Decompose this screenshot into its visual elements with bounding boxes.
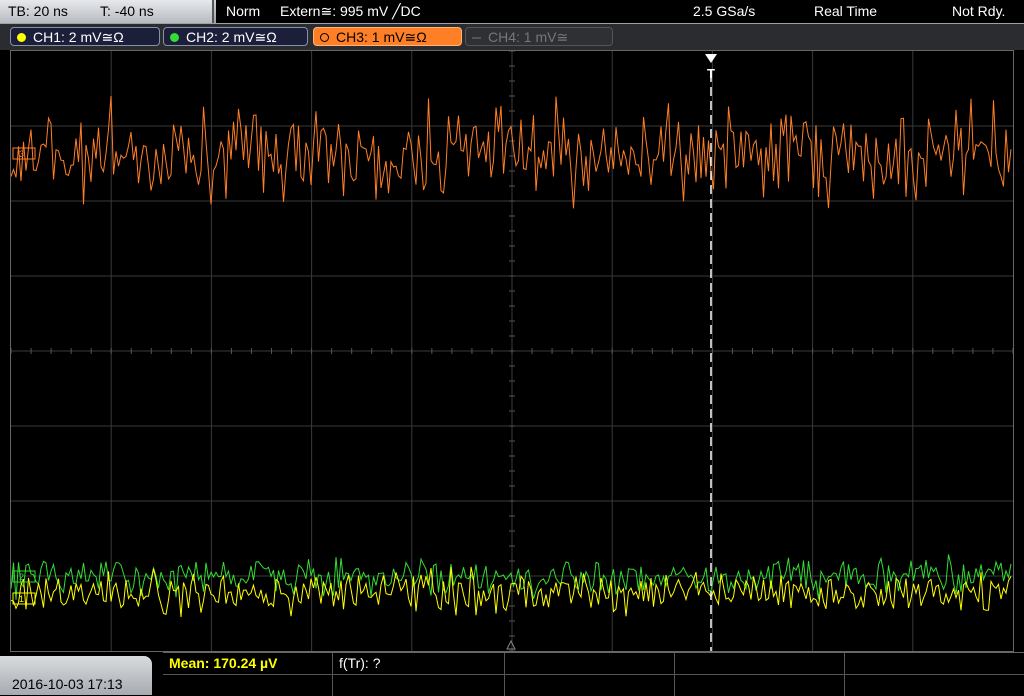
tab-ch3[interactable]: CH3: 1 mV≅Ω: [313, 27, 462, 46]
waveform-display[interactable]: T 3 2 1: [10, 50, 1014, 652]
trigger-mode[interactable]: Norm: [226, 0, 260, 23]
waveform-canvas: T 3 2 1: [11, 51, 1013, 651]
measurement-slot-7[interactable]: [333, 674, 505, 696]
measurement-slot-10[interactable]: [845, 674, 1024, 696]
ch2-marker-label: 2: [19, 572, 24, 582]
ch1-marker-label: 1: [19, 594, 24, 604]
trigger-position-arrow-icon[interactable]: [705, 54, 717, 63]
tab-ch1-label: CH1: 2 mV≅Ω: [33, 29, 124, 45]
measurement-slot-9[interactable]: [675, 674, 845, 696]
trigger-offset-value: T: -40 ns: [100, 3, 154, 19]
ch4-color-dot: [472, 37, 481, 39]
measurement-slot-4[interactable]: [675, 653, 845, 674]
measurement-freq[interactable]: f(Tr): ?: [333, 653, 505, 674]
trigger-marker-label: T: [707, 66, 715, 81]
acquisition-status: Norm Extern≅: 995 mV ╱DC 2.5 GSa/s Real …: [216, 0, 1024, 23]
measurement-slot-8[interactable]: [505, 674, 675, 696]
date-time-box: 2016-10-03 17:13: [0, 656, 152, 695]
measurement-panel[interactable]: Mean: 170.24 µV f(Tr): ?: [163, 652, 1024, 696]
measurement-mean-value: Mean: 170.24 µV: [169, 655, 278, 671]
ch3-offset-marker[interactable]: 3: [12, 147, 36, 160]
ch3-marker-label: 3: [19, 149, 24, 159]
timebase-box[interactable]: TB: 20 ns T: -40 ns: [0, 0, 214, 23]
measurement-mean[interactable]: Mean: 170.24 µV: [163, 653, 333, 674]
trigger-source[interactable]: Extern≅: 995 mV ╱DC: [280, 0, 421, 23]
tab-ch1[interactable]: CH1: 2 mV≅Ω: [10, 27, 160, 46]
top-status-bar: TB: 20 ns T: -40 ns Norm Extern≅: 995 mV…: [0, 0, 1024, 24]
tab-ch4-label: CH4: 1 mV≅: [488, 29, 569, 45]
tab-ch2[interactable]: CH2: 2 mV≅Ω: [163, 27, 308, 46]
date-time: 2016-10-03 17:13: [12, 676, 123, 692]
tab-ch4[interactable]: CH4: 1 mV≅: [465, 27, 613, 46]
tab-ch2-label: CH2: 2 mV≅Ω: [186, 29, 277, 45]
measurement-slot-5[interactable]: [845, 653, 1024, 674]
ch3-waveform: [11, 95, 1012, 209]
tab-ch3-label: CH3: 1 mV≅Ω: [336, 29, 427, 45]
graticule: [11, 51, 1013, 651]
measurement-slot-6[interactable]: [163, 674, 333, 696]
run-status: Not Rdy.: [952, 3, 1006, 19]
bottom-center-marker-icon: [506, 639, 516, 650]
measurement-freq-value: f(Tr): ?: [339, 655, 381, 671]
channel-tabs: CH1: 2 mV≅Ω CH2: 2 mV≅Ω CH3: 1 mV≅Ω CH4:…: [0, 24, 1024, 50]
ch3-color-dot: [320, 33, 329, 42]
ch1-color-dot: [17, 33, 26, 42]
acquisition-mode[interactable]: Real Time: [814, 0, 877, 23]
measurement-slot-3[interactable]: [505, 653, 675, 674]
sample-rate[interactable]: 2.5 GSa/s: [693, 0, 755, 23]
ch2-color-dot: [170, 33, 179, 42]
timebase-value: TB: 20 ns: [8, 3, 68, 19]
bottom-bar: 2016-10-03 17:13 Mean: 170.24 µV f(Tr): …: [0, 652, 1024, 696]
